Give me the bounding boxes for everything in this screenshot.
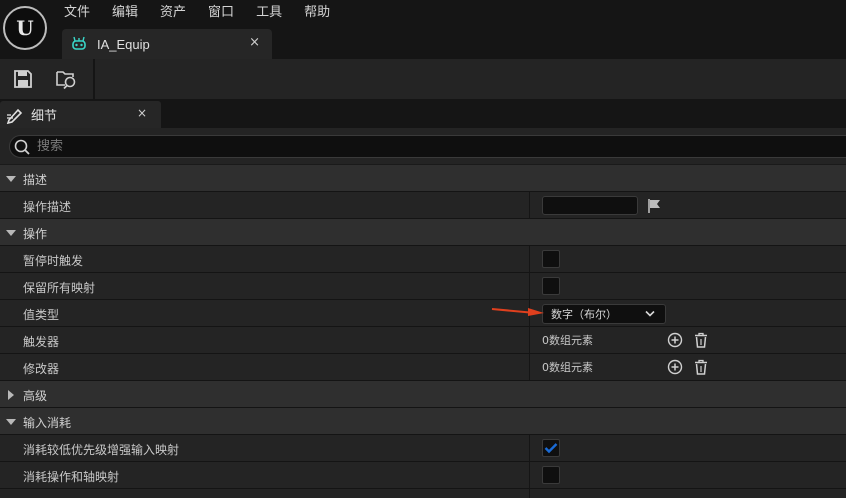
category-advanced[interactable]: 高级 <box>0 381 846 408</box>
property-row-reserve-all-mappings: 保留所有映射 <box>0 273 846 300</box>
property-label: 值类型 <box>23 308 60 322</box>
property-label: 操作描述 <box>23 200 72 214</box>
property-label: 保留所有映射 <box>23 281 96 295</box>
search-bar <box>0 128 846 164</box>
checkmark-icon <box>544 443 558 454</box>
consume-action-axis-checkbox[interactable] <box>542 466 560 484</box>
category-label: 高级 <box>23 389 48 403</box>
property-row-modifiers: 修改器 0数组元素 <box>0 354 846 381</box>
value-type-selected: 数字（布尔） <box>551 308 617 321</box>
column-divider <box>529 273 530 299</box>
menu-tools[interactable]: 工具 <box>256 4 282 22</box>
column-divider <box>529 489 530 498</box>
menu-asset[interactable]: 资产 <box>160 4 186 22</box>
column-divider <box>529 192 530 218</box>
property-row-value-type: 值类型 数字（布尔） <box>0 300 846 327</box>
caret-down-icon <box>6 419 16 425</box>
property-label: 修改器 <box>23 362 60 376</box>
details-tab-close-icon[interactable]: × <box>137 106 147 120</box>
property-row-consume-lower-priority: 消耗较低优先级增强输入映射 <box>0 435 846 462</box>
property-list: 描述 操作描述 操作 暂停时触发 保留所有映射 值类型 数字（布尔） 触发器 0… <box>0 165 846 498</box>
property-value: 数字（布尔） <box>542 304 666 324</box>
add-element-icon[interactable] <box>667 332 683 348</box>
browse-folder-icon <box>56 71 76 90</box>
chevron-down-icon <box>645 310 655 317</box>
save-button[interactable] <box>11 67 35 91</box>
unreal-logo[interactable]: U <box>3 6 47 50</box>
category-description[interactable]: 描述 <box>0 165 846 192</box>
property-row-consume-action-axis: 消耗操作和轴映射 <box>0 462 846 489</box>
trash-icon[interactable] <box>693 332 709 348</box>
property-value <box>542 439 560 458</box>
property-value <box>542 466 560 485</box>
property-row-action-description: 操作描述 <box>0 192 846 219</box>
flag-icon[interactable] <box>646 198 662 214</box>
trash-icon[interactable] <box>693 359 709 375</box>
property-row-triggers: 触发器 0数组元素 <box>0 327 846 354</box>
menu-edit[interactable]: 编辑 <box>112 4 138 22</box>
property-value <box>542 277 560 296</box>
asset-tab[interactable]: IA_Equip × <box>62 29 272 59</box>
property-value: 0数组元素 <box>542 331 593 350</box>
column-divider <box>529 354 530 380</box>
category-label: 操作 <box>23 227 48 241</box>
browse-button[interactable] <box>55 67 79 91</box>
caret-down-icon <box>6 176 16 182</box>
menu-bar: 文件 编辑 资产 窗口 工具 帮助 <box>64 4 352 22</box>
menu-file[interactable]: 文件 <box>64 4 90 22</box>
property-row-partial <box>0 489 846 498</box>
toolbar <box>0 59 846 99</box>
property-row-trigger-when-paused: 暂停时触发 <box>0 246 846 273</box>
menu-help[interactable]: 帮助 <box>304 4 330 22</box>
search-icon <box>14 139 30 155</box>
search-input[interactable] <box>37 137 817 156</box>
action-description-input[interactable] <box>542 196 638 215</box>
property-value <box>542 250 560 269</box>
toolbar-separator <box>93 59 95 99</box>
title-bar: U 文件 编辑 资产 窗口 工具 帮助 IA_Equip × <box>0 0 846 60</box>
caret-right-icon <box>8 390 14 400</box>
asset-tab-label: IA_Equip <box>97 36 150 52</box>
reserve-all-mappings-checkbox[interactable] <box>542 277 560 295</box>
save-icon <box>14 70 32 88</box>
property-label: 消耗操作和轴映射 <box>23 470 120 484</box>
category-action[interactable]: 操作 <box>0 219 846 246</box>
array-count: 0数组元素 <box>542 361 593 374</box>
column-divider <box>529 327 530 353</box>
column-divider <box>529 246 530 272</box>
search-box <box>9 135 846 158</box>
add-element-icon[interactable] <box>667 359 683 375</box>
property-value <box>542 196 638 215</box>
annotation-arrow-icon <box>491 308 544 316</box>
value-type-dropdown[interactable]: 数字（布尔） <box>542 304 666 324</box>
property-label: 消耗较低优先级增强输入映射 <box>23 443 180 457</box>
property-label: 触发器 <box>23 335 60 349</box>
column-divider <box>529 462 530 488</box>
pencil-icon <box>6 108 23 124</box>
consume-lower-priority-checkbox[interactable] <box>542 439 560 457</box>
asset-tab-close-icon[interactable]: × <box>249 35 260 50</box>
details-tab[interactable]: 细节 × <box>0 101 161 128</box>
category-label: 描述 <box>23 173 48 187</box>
input-action-icon <box>70 35 88 53</box>
property-value: 0数组元素 <box>542 358 593 377</box>
trigger-when-paused-checkbox[interactable] <box>542 250 560 268</box>
details-tab-label: 细节 <box>31 109 58 124</box>
menu-window[interactable]: 窗口 <box>208 4 234 22</box>
array-count: 0数组元素 <box>542 334 593 347</box>
details-panel: 描述 操作描述 操作 暂停时触发 保留所有映射 <box>0 128 846 498</box>
property-label: 暂停时触发 <box>23 254 84 268</box>
panel-tab-bar: 细节 × <box>0 99 846 128</box>
category-label: 输入消耗 <box>23 416 72 430</box>
category-input-consumption[interactable]: 输入消耗 <box>0 408 846 435</box>
caret-down-icon <box>6 230 16 236</box>
column-divider <box>529 435 530 461</box>
